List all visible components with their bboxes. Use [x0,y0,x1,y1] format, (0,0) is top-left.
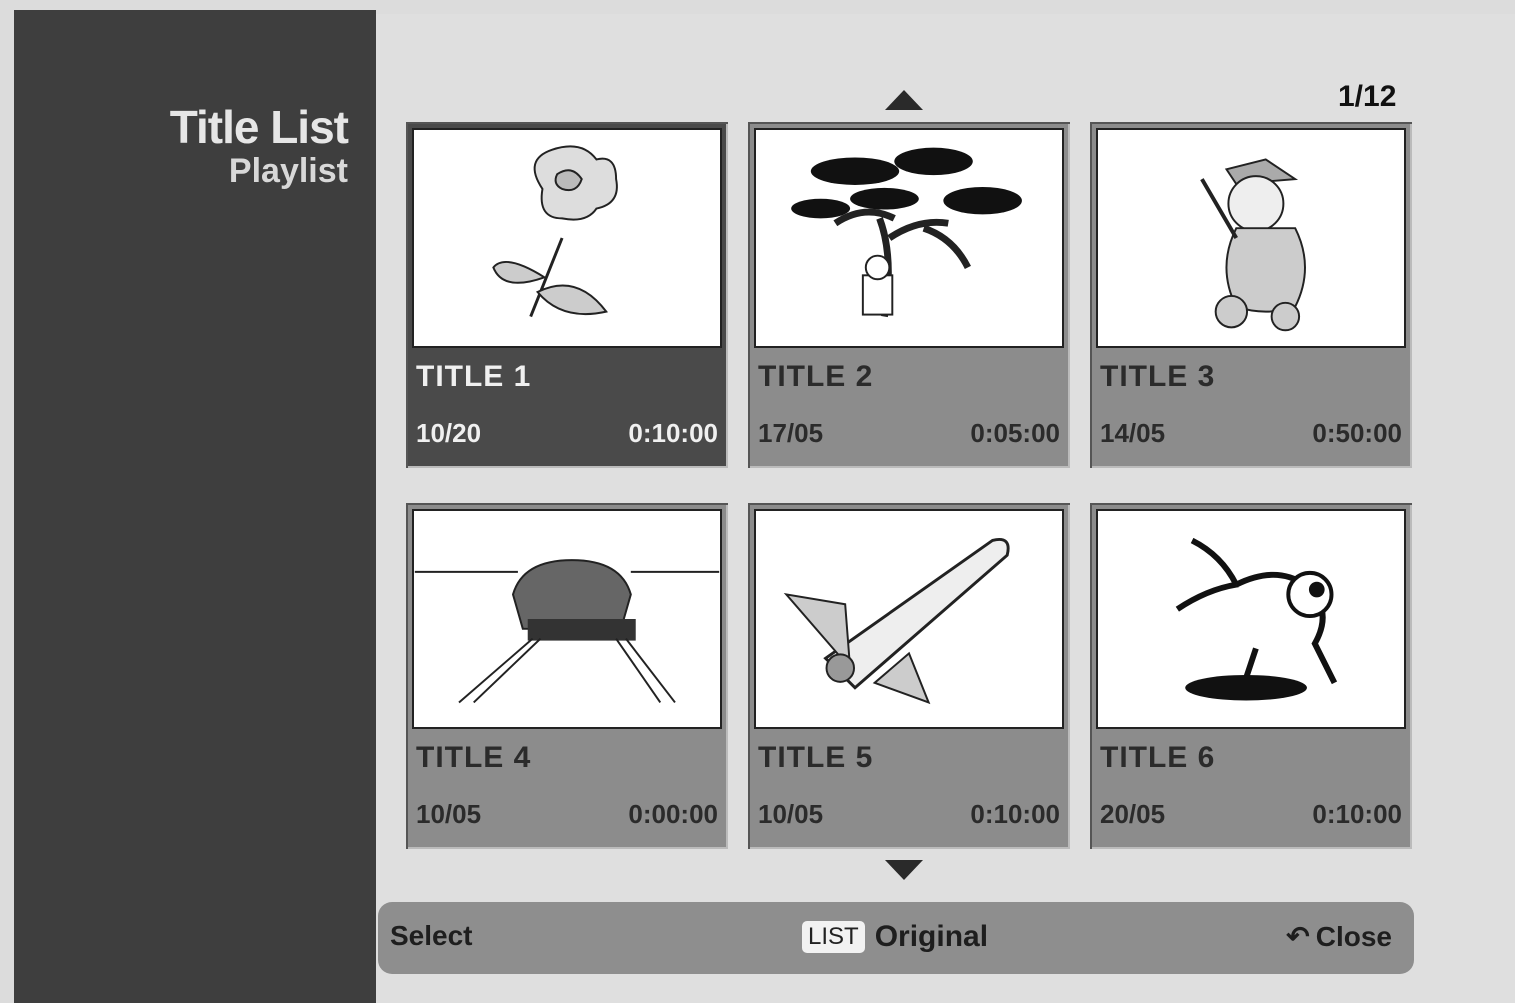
title-name: TITLE 1 [416,360,532,393]
title-duration: 0:50:00 [1312,418,1402,448]
scroll-up-arrow-icon[interactable] [885,90,923,110]
title-card[interactable]: TITLE 2 17/05 0:05:00 [748,122,1070,468]
title-name: TITLE 3 [1100,360,1216,393]
title-thumbnail [412,509,722,729]
close-hint[interactable]: ↶ Close [1286,920,1392,953]
title-name: TITLE 2 [758,360,874,393]
sidebar-heading: Title List Playlist [169,101,349,190]
sidebar: Title List Playlist [14,10,376,1003]
title-card[interactable]: TITLE 5 10/05 0:10:00 [748,503,1070,849]
title-duration: 0:00:00 [628,799,718,829]
title-date: 10/20 [416,418,482,448]
original-label: Original [874,920,989,953]
title-name: TITLE 4 [416,741,532,774]
title-date: 14/05 [1100,418,1166,448]
title-card[interactable]: TITLE 1 10/20 0:10:00 [406,122,728,468]
title-date: 17/05 [758,418,824,448]
page-counter: 1/12 [1338,80,1397,113]
list-button-icon: LIST [802,921,865,953]
title-duration: 0:05:00 [970,418,1060,448]
list-original-hint[interactable]: LIST Original [802,920,988,954]
close-label: Close [1315,920,1392,952]
bottom-bar: Select LIST Original ↶ Close [378,902,1414,974]
select-label: Select [390,920,473,951]
title-date: 10/05 [758,799,824,829]
return-icon: ↶ [1286,921,1310,952]
title-name: TITLE 5 [758,741,874,774]
title-duration: 0:10:00 [970,799,1060,829]
scroll-down-arrow-icon[interactable] [885,860,923,880]
title-thumbnail [1096,509,1406,729]
title-date: 10/05 [416,799,482,829]
title-thumbnail [412,128,722,348]
title-name: TITLE 6 [1100,741,1216,774]
title-card[interactable]: TITLE 6 20/05 0:10:00 [1090,503,1412,849]
title-thumbnail [754,509,1064,729]
title-thumbnail [1096,128,1406,348]
title-duration: 0:10:00 [1312,799,1402,829]
title-card[interactable]: TITLE 4 10/05 0:00:00 [406,503,728,849]
menu-subtitle-playlist[interactable]: Playlist [170,152,348,190]
title-date: 20/05 [1100,799,1166,829]
title-thumbnail [754,128,1064,348]
select-hint: Select [390,920,473,952]
title-card[interactable]: TITLE 3 14/05 0:50:00 [1090,122,1412,468]
title-duration: 0:10:00 [628,418,718,448]
menu-title: Title List [169,101,349,153]
